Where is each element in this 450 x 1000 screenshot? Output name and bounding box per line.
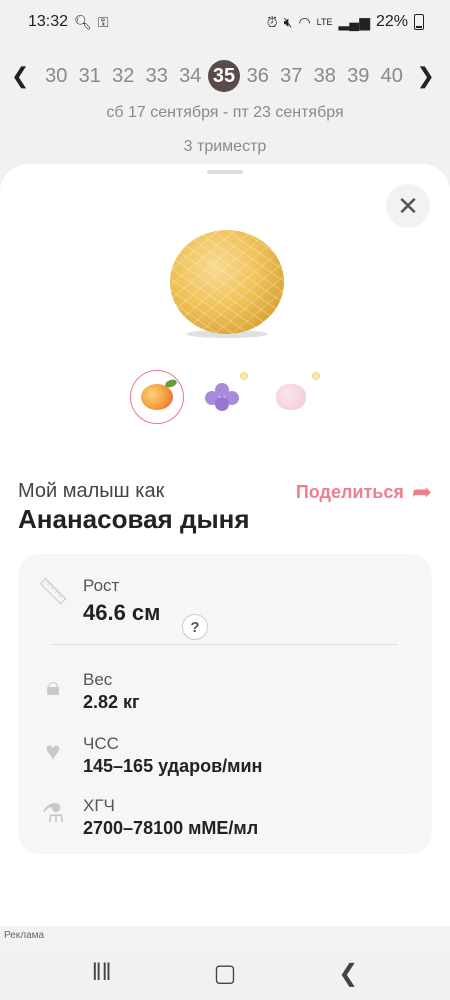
week-37[interactable]: 37 — [276, 59, 308, 93]
height-label: Рост — [83, 576, 120, 595]
peach-icon — [141, 384, 173, 410]
week-30[interactable]: 30 — [41, 59, 73, 93]
violet-flower-icon — [205, 383, 241, 411]
test-tube-icon: ⚗ — [41, 797, 65, 828]
thumb-peach[interactable] — [130, 370, 184, 424]
melon-image — [170, 230, 284, 334]
key-icon: ⚿ — [97, 14, 109, 30]
status-bar: 13:32 🔍︎ ⚿ ⏰︎ 🔇︎ ◠ LTE ▂▄▆ 22% — [0, 0, 450, 44]
baby-size-sheet: ✕ Мой малыш как Поделиться ➦ Ананасовая … — [0, 164, 450, 926]
wifi-icon: ◠ — [298, 14, 311, 30]
search-icon: 🔍︎ — [74, 14, 92, 30]
divider — [52, 644, 398, 645]
back-icon[interactable]: ❮ — [328, 959, 368, 988]
week-32[interactable]: 32 — [108, 59, 140, 93]
weight-icon: 🔒︎ — [46, 671, 60, 701]
system-nav-bar: ‖‖ ▢ ❮ — [0, 946, 450, 1000]
week-38[interactable]: 38 — [309, 59, 341, 93]
battery-icon — [414, 14, 424, 30]
week-39[interactable]: 39 — [343, 59, 375, 93]
next-week-icon[interactable]: ❯ — [408, 56, 445, 96]
heart-rate-label: ЧСС — [83, 734, 119, 753]
week-34[interactable]: 34 — [175, 59, 207, 93]
share-button[interactable]: Поделиться ➦ — [296, 478, 432, 507]
prev-week-icon[interactable]: ❮ — [2, 56, 39, 96]
ad-banner[interactable]: Реклама — [0, 926, 450, 946]
height-value: 46.6 см — [83, 600, 161, 625]
hcg-value: 2700–78100 мМЕ/мл — [83, 818, 259, 838]
ruler-icon: 📏︎ — [36, 575, 70, 606]
new-dot — [312, 372, 320, 380]
close-icon: ✕ — [397, 190, 419, 221]
recent-apps-icon[interactable]: ‖‖ — [82, 959, 122, 987]
week-36[interactable]: 36 — [242, 59, 274, 93]
weight-label: Вес — [83, 670, 113, 689]
mute-icon: 🔇︎ — [283, 14, 293, 30]
status-time: 13:32 — [28, 13, 69, 30]
home-icon[interactable]: ▢ — [205, 959, 245, 988]
baby-like-label: Мой малыш как — [18, 480, 165, 502]
thumb-flower[interactable] — [196, 370, 250, 424]
week-list: 30 31 32 33 34 35 36 37 38 39 40 — [41, 59, 408, 93]
week-35-selected[interactable]: 35 — [208, 60, 240, 92]
sheet-drag-handle[interactable] — [207, 170, 243, 174]
close-button[interactable]: ✕ — [386, 184, 430, 228]
hcg-label: ХГЧ — [83, 796, 115, 815]
week-33[interactable]: 33 — [141, 59, 173, 93]
ad-label: Реклама — [4, 930, 45, 941]
date-range: сб 17 сентября - пт 23 сентября — [106, 104, 344, 121]
volte-icon: LTE — [316, 16, 333, 27]
height-help-button[interactable]: ? — [182, 614, 208, 640]
battery-percent: 22% — [375, 13, 408, 30]
week-31[interactable]: 31 — [74, 59, 106, 93]
share-label: Поделиться — [295, 482, 404, 502]
week-40[interactable]: 40 — [376, 59, 408, 93]
stats-card: 📏︎ Рост 46.6 см ? 🔒︎ Вес 2.82 кг ♥ ЧСС 1… — [18, 554, 432, 854]
new-dot — [240, 372, 248, 380]
status-right: ⏰︎ 🔇︎ ◠ LTE ▂▄▆ 22% — [267, 13, 424, 31]
comparison-thumbnails — [130, 370, 330, 428]
share-arrow-icon: ➦ — [411, 479, 432, 506]
weight-value: 2.82 кг — [83, 692, 140, 712]
alarm-icon: ⏰︎ — [266, 14, 278, 30]
week-navigator: ❮ 30 31 32 33 34 35 36 37 38 39 40 ❯ — [0, 56, 450, 96]
marshmallow-icon — [276, 384, 306, 410]
heart-rate-value: 145–165 ударов/мин — [83, 756, 263, 776]
signal-icon: ▂▄▆ — [338, 14, 370, 30]
baby-size-title: Ананасовая дыня — [18, 504, 250, 534]
melon-texture — [170, 230, 284, 334]
thumb-marshmallow[interactable] — [264, 370, 320, 424]
status-left: 13:32 🔍︎ ⚿ — [28, 13, 108, 31]
trimester-label: 3 триместр — [183, 138, 267, 155]
heart-rate-icon: ♥ — [45, 735, 61, 766]
